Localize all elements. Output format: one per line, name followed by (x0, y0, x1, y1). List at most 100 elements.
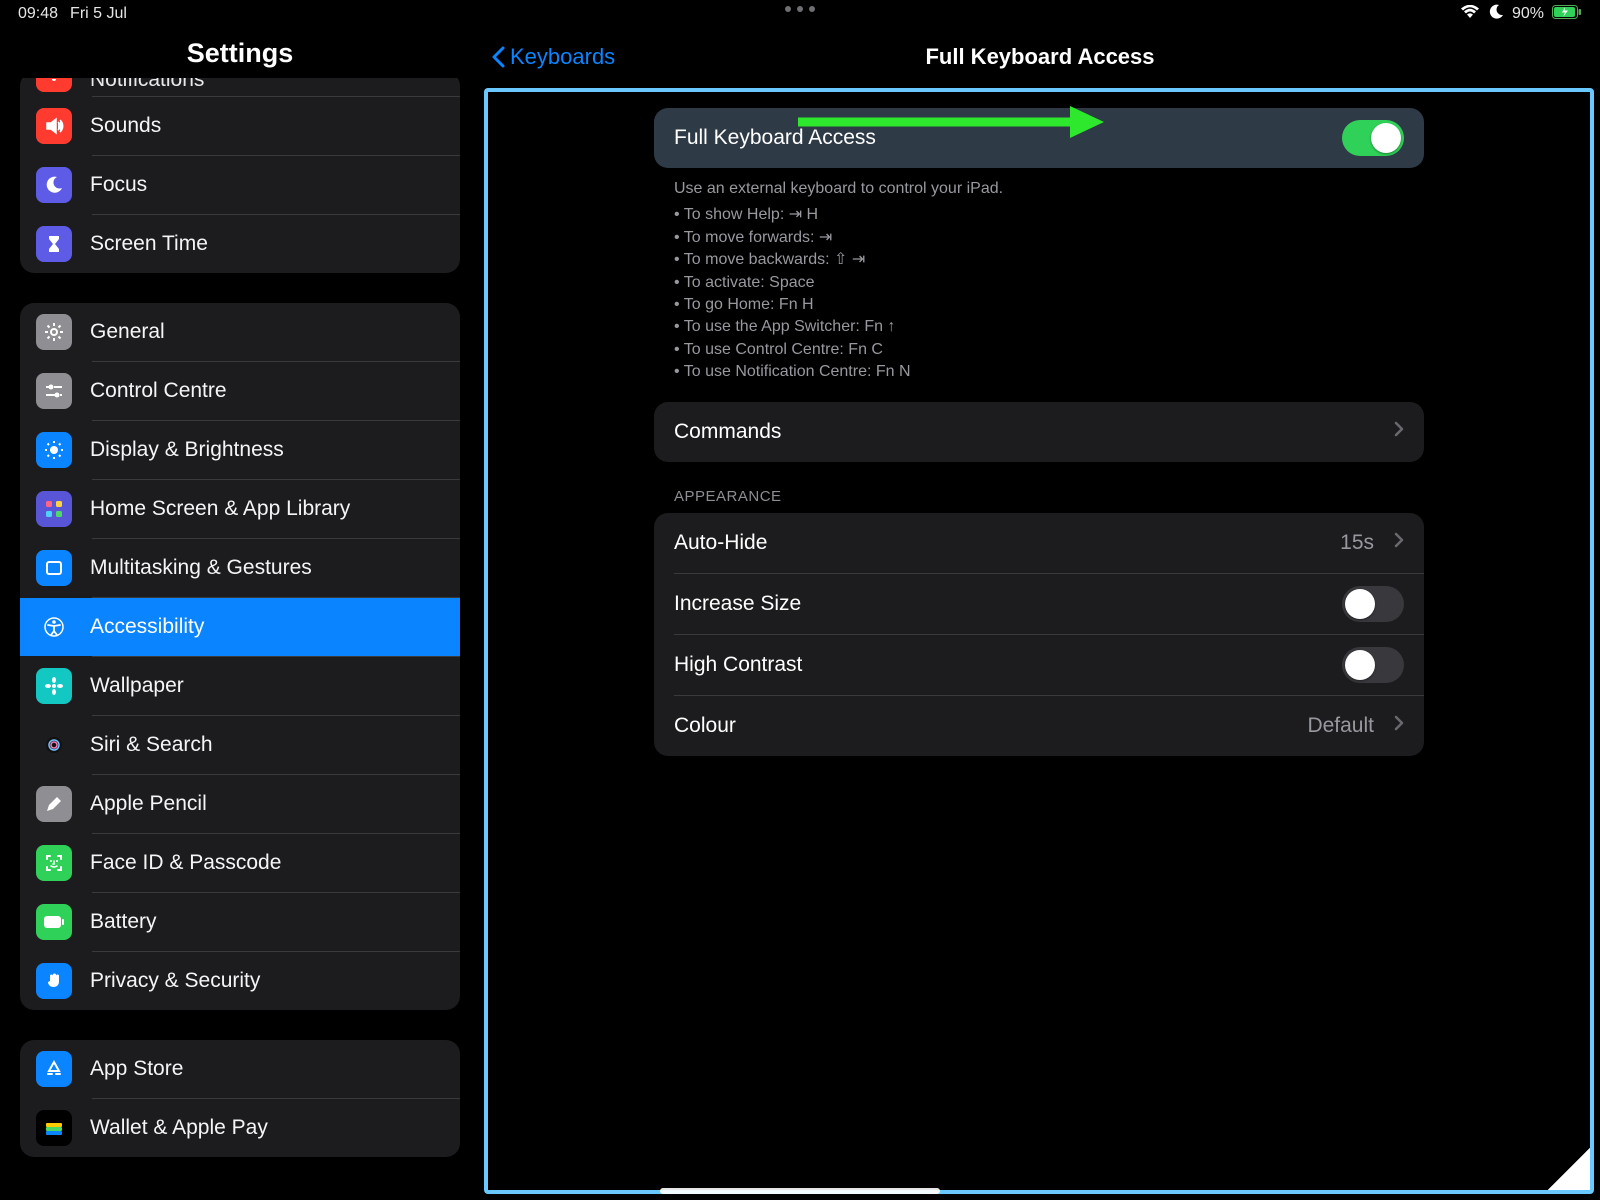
cell-label: Auto-Hide (674, 531, 767, 555)
hand-icon (36, 963, 72, 999)
faceid-icon (36, 845, 72, 881)
status-bar: 09:48 Fri 5 Jul 90% (0, 0, 1600, 28)
sidebar-item-home-screen-app-library[interactable]: Home Screen & App Library (20, 480, 460, 538)
back-label: Keyboards (510, 44, 615, 70)
appearance-group: Auto-Hide 15s Increase Size (654, 513, 1424, 756)
sidebar-item-wallpaper[interactable]: Wallpaper (20, 657, 460, 715)
dnd-moon-icon (1488, 4, 1504, 25)
cell-label: Colour (674, 714, 736, 738)
wallet-icon (36, 1110, 72, 1146)
full-keyboard-access-row[interactable]: Full Keyboard Access (654, 108, 1424, 168)
commands-group: Commands (654, 402, 1424, 462)
chevron-left-icon (490, 46, 506, 68)
colour-value: Default (1307, 714, 1374, 738)
sidebar-item-label: Display & Brightness (90, 438, 284, 462)
help-line: To move forwards: ⇥ (674, 227, 1404, 249)
status-date: Fri 5 Jul (70, 5, 127, 23)
full-keyboard-access-toggle[interactable] (1342, 120, 1404, 156)
sidebar-item-label: Privacy & Security (90, 969, 260, 993)
moon-icon (36, 167, 72, 203)
sidebar-item-display-brightness[interactable]: Display & Brightness (20, 421, 460, 479)
sidebar-item-label: Battery (90, 910, 157, 934)
siri-icon (36, 727, 72, 763)
colour-row[interactable]: Colour Default (654, 696, 1424, 756)
auto-hide-row[interactable]: Auto-Hide 15s (654, 513, 1424, 573)
sidebar-item-siri-search[interactable]: Siri & Search (20, 716, 460, 774)
sidebar-item-general[interactable]: General (20, 303, 460, 361)
status-time: 09:48 (18, 5, 58, 23)
help-line: To use Control Centre: Fn C (674, 339, 1404, 361)
dot-icon (809, 6, 815, 12)
appearance-header: APPEARANCE (654, 462, 1424, 513)
sidebar-item-app-store[interactable]: App Store (20, 1040, 460, 1098)
home-indicator[interactable] (660, 1188, 940, 1194)
chevron-right-icon (1394, 420, 1404, 443)
annotation-arrow (798, 108, 1108, 140)
hourglass-icon (36, 226, 72, 262)
battery-icon (36, 904, 72, 940)
sidebar-item-focus[interactable]: Focus (20, 156, 460, 214)
sidebar-item-face-id-passcode[interactable]: Face ID & Passcode (20, 834, 460, 892)
increase-size-toggle[interactable] (1342, 586, 1404, 622)
increase-size-row[interactable]: Increase Size (654, 574, 1424, 634)
sidebar-group: App Store Wallet & Apple Pay (20, 1040, 460, 1157)
chevron-right-icon (1394, 531, 1404, 554)
cell-label: High Contrast (674, 653, 802, 677)
sidebar-item-accessibility[interactable]: Accessibility (20, 598, 460, 656)
battery-charging-icon (1552, 5, 1582, 24)
help-line: To show Help: ⇥ H (674, 204, 1404, 226)
accessibility-icon (36, 609, 72, 645)
sidebar-title: Settings (20, 28, 460, 78)
sidebar-item-label: App Store (90, 1057, 183, 1081)
main-toggle-group: Full Keyboard Access (654, 108, 1424, 168)
detail-title: Full Keyboard Access (925, 44, 1154, 70)
sidebar-item-label: Wallet & Apple Pay (90, 1116, 268, 1140)
cell-label: Commands (674, 420, 781, 444)
sidebar-item-battery[interactable]: Battery (20, 893, 460, 951)
sidebar-item-sounds[interactable]: Sounds (20, 97, 460, 155)
settings-sidebar: Settings NotificationsSoundsFocusScreen … (0, 28, 480, 1200)
sidebar-item-label: Wallpaper (90, 674, 184, 698)
sidebar-item-wallet-apple-pay[interactable]: Wallet & Apple Pay (20, 1099, 460, 1157)
chevron-right-icon (1394, 714, 1404, 737)
appstore-icon (36, 1051, 72, 1087)
page-curl-icon[interactable] (1548, 1148, 1590, 1190)
high-contrast-toggle[interactable] (1342, 647, 1404, 683)
sidebar-item-label: Accessibility (90, 615, 204, 639)
flower-icon (36, 668, 72, 704)
help-line: To use the App Switcher: Fn ↑ (674, 316, 1404, 338)
detail-panel: Keyboards Full Keyboard Access Full Keyb… (480, 28, 1600, 1200)
speaker-icon (36, 108, 72, 144)
help-line: To go Home: Fn H (674, 294, 1404, 316)
gear-icon (36, 314, 72, 350)
wifi-icon (1460, 5, 1480, 24)
help-line: To move backwards: ⇧ ⇥ (674, 249, 1404, 271)
back-button[interactable]: Keyboards (490, 44, 615, 70)
sidebar-group: General Control Centre Display & Brightnes… (20, 303, 460, 1010)
help-line: To activate: Space (674, 272, 1404, 294)
help-line: To use Notification Centre: Fn N (674, 361, 1404, 383)
focus-outline: Full Keyboard Access Use an external key… (484, 88, 1594, 1194)
sidebar-item-apple-pencil[interactable]: Apple Pencil (20, 775, 460, 833)
battery-percent: 90% (1512, 5, 1544, 23)
pencil-icon (36, 786, 72, 822)
sidebar-item-privacy-security[interactable]: Privacy & Security (20, 952, 460, 1010)
rect-icon (36, 550, 72, 586)
sidebar-item-control-centre[interactable]: Control Centre (20, 362, 460, 420)
help-text: Use an external keyboard to control your… (654, 168, 1424, 402)
sidebar-scroll[interactable]: NotificationsSoundsFocusScreen Time Gener… (20, 78, 460, 1200)
sidebar-group: NotificationsSoundsFocusScreen Time (20, 78, 460, 273)
commands-row[interactable]: Commands (654, 402, 1424, 462)
sidebar-item-label: Home Screen & App Library (90, 497, 350, 521)
cell-label: Increase Size (674, 592, 801, 616)
sliders-icon (36, 373, 72, 409)
sidebar-item-label: General (90, 320, 165, 344)
sidebar-item-screen-time[interactable]: Screen Time (20, 215, 460, 273)
sidebar-item-notifications[interactable]: Notifications (20, 78, 460, 96)
high-contrast-row[interactable]: High Contrast (654, 635, 1424, 695)
bell-icon (36, 78, 72, 92)
dot-icon (797, 6, 803, 12)
dot-icon (785, 6, 791, 12)
sidebar-item-multitasking-gestures[interactable]: Multitasking & Gestures (20, 539, 460, 597)
multitask-dots[interactable] (785, 6, 815, 12)
